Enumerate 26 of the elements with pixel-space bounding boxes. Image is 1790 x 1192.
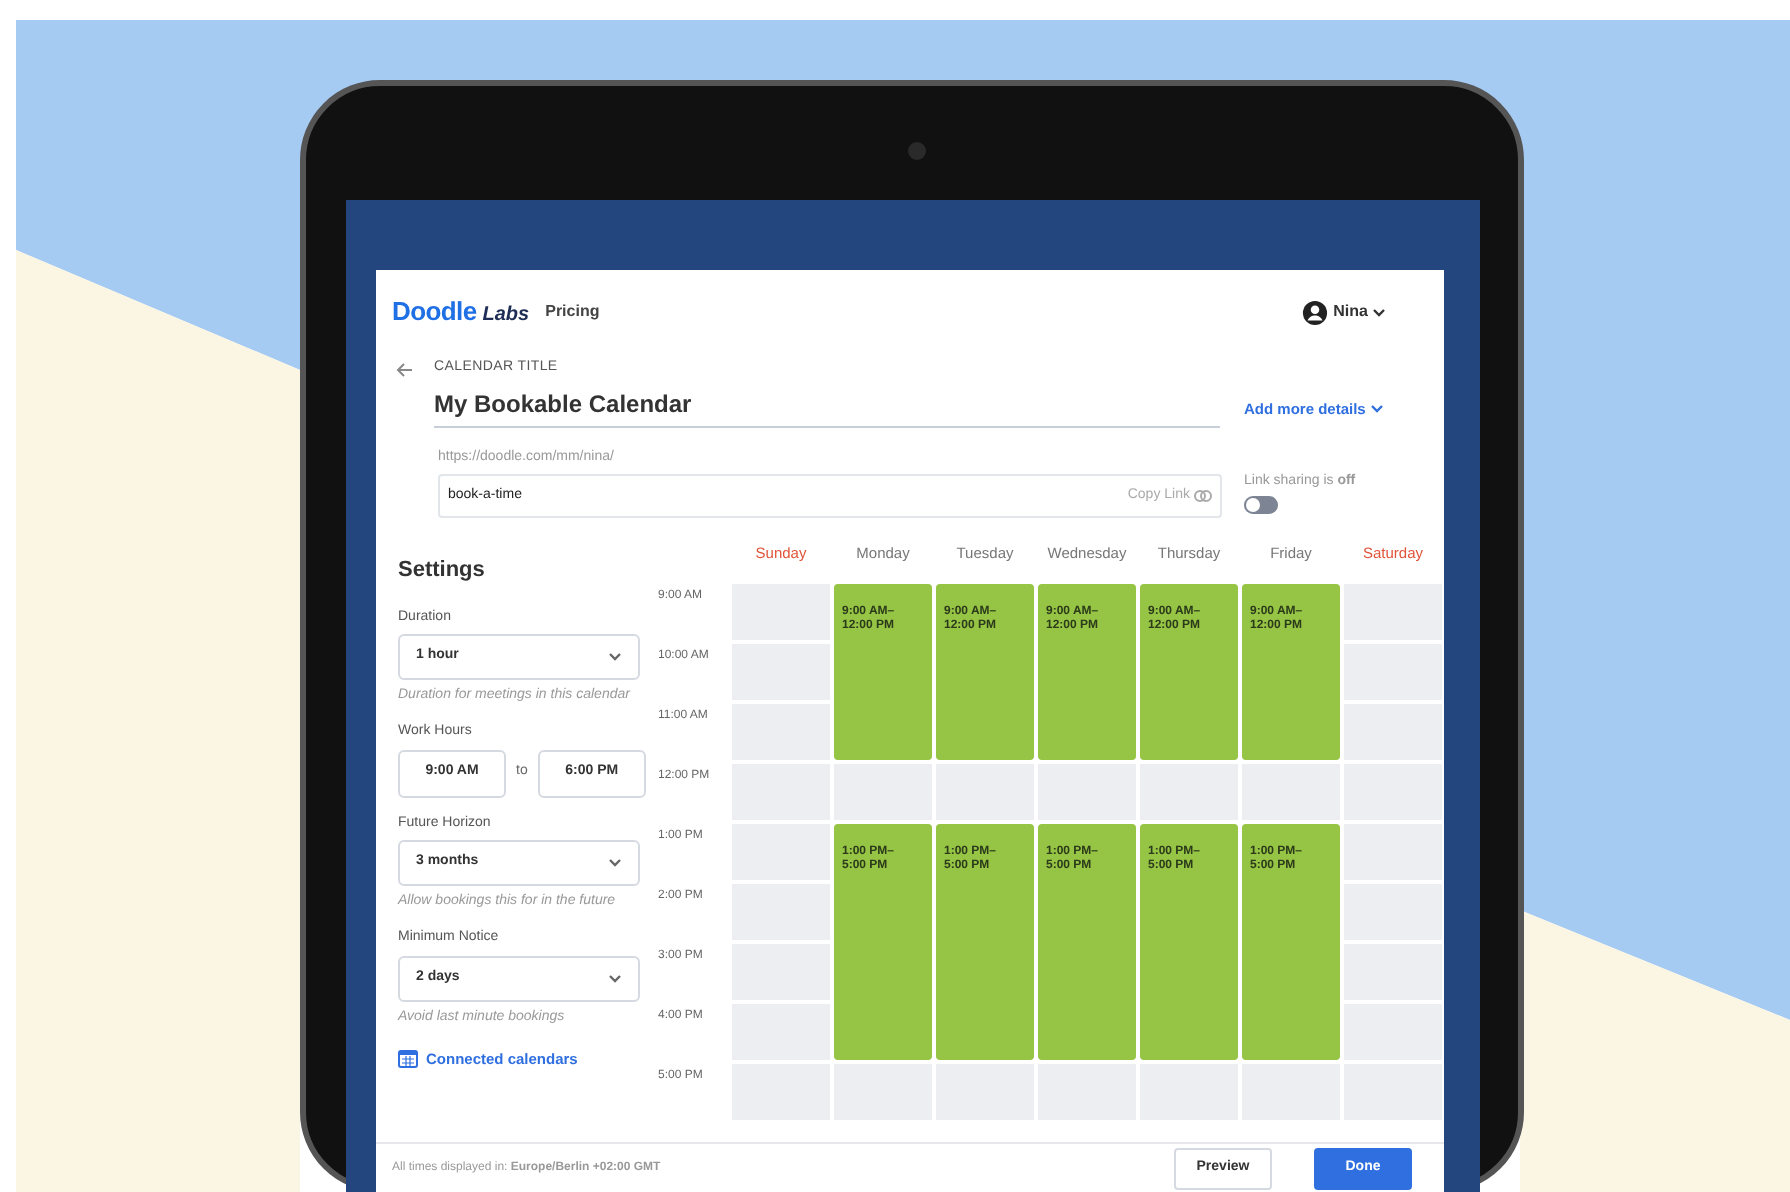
link-icon xyxy=(1194,490,1212,502)
title-input[interactable]: My Bookable Calendar xyxy=(434,385,1220,427)
nav-link[interactable]: Pricing xyxy=(545,300,600,324)
chevron-down-icon xyxy=(608,858,622,868)
availability-slot[interactable] xyxy=(832,1002,934,1062)
chevron-down-icon xyxy=(1372,307,1386,317)
chevron-down-icon xyxy=(608,973,622,983)
back-arrow-icon[interactable] xyxy=(396,362,414,378)
availability-slot[interactable] xyxy=(1036,1002,1138,1062)
calendar-icon xyxy=(398,1048,418,1069)
link-sharing-toggle[interactable] xyxy=(1244,496,1278,514)
availability-slot[interactable] xyxy=(1138,1002,1240,1062)
availability-slot[interactable] xyxy=(1240,702,1342,762)
availability-slot[interactable] xyxy=(934,702,1036,762)
camera-icon xyxy=(908,142,926,160)
chevron-down-icon xyxy=(1369,404,1384,415)
logo[interactable]: Doodle Labs xyxy=(392,292,530,332)
chevron-down-icon xyxy=(608,652,622,662)
user-avatar-icon xyxy=(1301,299,1328,325)
availability-slot[interactable] xyxy=(1138,702,1240,762)
user-menu[interactable]: Nina xyxy=(1333,300,1386,324)
section-heading: Settings xyxy=(398,556,487,586)
availability-slot[interactable] xyxy=(1036,702,1138,762)
availability-slot[interactable] xyxy=(1240,1002,1342,1062)
availability-slot[interactable] xyxy=(832,702,934,762)
availability-slot[interactable] xyxy=(934,1002,1036,1062)
